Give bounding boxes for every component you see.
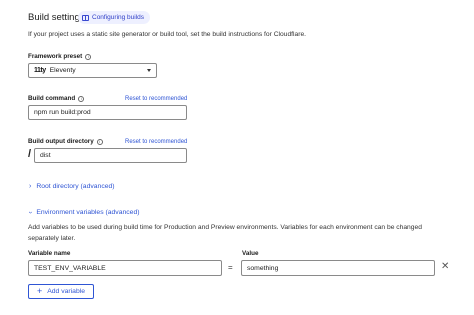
build-command-reset-link[interactable]: Reset to recommended (125, 96, 187, 102)
framework-preset-label-text: Framework preset (28, 53, 83, 60)
info-icon: i (85, 53, 92, 60)
add-variable-label: Add variable (47, 288, 86, 295)
root-directory-label: Root directory (advanced) (36, 183, 115, 190)
eleventy-logo-icon: 11ty (34, 67, 46, 74)
book-icon (82, 14, 89, 21)
env-vars-description: Add variables to be used during build ti… (28, 224, 422, 242)
output-dir-prefix: / (28, 148, 32, 160)
build-output-label-text: Build output directory (28, 138, 94, 145)
add-variable-button[interactable]: + Add variable (28, 284, 94, 299)
info-icon: i (78, 95, 85, 102)
env-vars-toggle[interactable]: › Environment variables (advanced) (26, 209, 140, 216)
close-icon[interactable]: ✕ (441, 261, 449, 272)
configuring-builds-label: Configuring builds (92, 14, 145, 21)
build-settings-description: If your project uses a static site gener… (28, 31, 307, 38)
build-command-label: Build command i (28, 95, 85, 102)
build-output-label: Build output directory i (28, 138, 103, 145)
caret-down-icon (147, 69, 151, 72)
build-output-reset-link[interactable]: Reset to recommended (125, 139, 187, 145)
build-output-input[interactable]: dist (34, 148, 187, 163)
chevron-right-icon: › (29, 183, 32, 190)
framework-preset-select[interactable]: 11ty Eleventy (28, 63, 157, 78)
build-command-input[interactable]: npm run build:prod (28, 105, 187, 120)
framework-preset-label: Framework preset i (28, 53, 92, 60)
configuring-builds-link[interactable]: Configuring builds (78, 11, 151, 24)
variable-name-header: Variable name (28, 250, 71, 257)
variable-value-input[interactable]: something (241, 260, 435, 276)
build-command-label-text: Build command (28, 95, 76, 102)
framework-preset-value: Eleventy (49, 67, 76, 74)
equals-sign: = (228, 263, 233, 272)
page-title: Build settings (28, 12, 85, 23)
chevron-down-icon: › (26, 211, 34, 214)
variable-name-input[interactable]: TEST_ENV_VARIABLE (28, 260, 222, 276)
value-header: Value (242, 250, 259, 257)
info-icon: i (96, 138, 103, 145)
env-vars-label: Environment variables (advanced) (36, 209, 140, 216)
plus-icon: + (36, 286, 43, 296)
root-directory-toggle[interactable]: › Root directory (advanced) (29, 183, 115, 190)
